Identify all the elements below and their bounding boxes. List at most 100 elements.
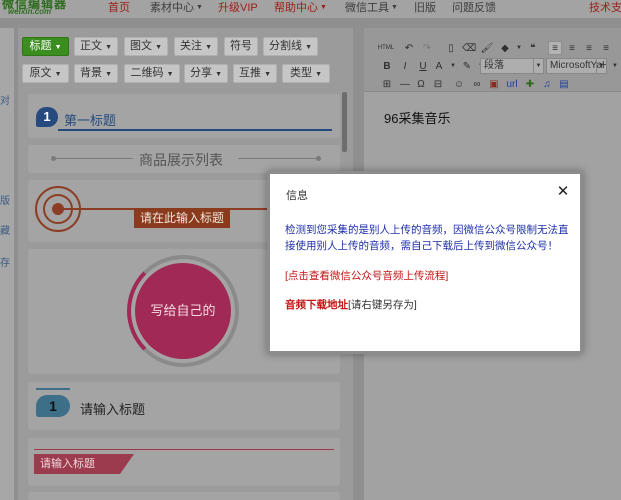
nav-upgrade-vip[interactable]: 升级VIP bbox=[218, 1, 258, 15]
paragraph-select[interactable]: 段落 ▼ bbox=[480, 58, 544, 74]
editor-content[interactable]: 96采集音乐 bbox=[384, 108, 450, 127]
chevron-down-icon[interactable]: ▼ bbox=[608, 59, 621, 73]
chevron-down-icon: ▼ bbox=[196, 4, 203, 12]
input-title-tag: 请在此输入标题 bbox=[134, 208, 230, 228]
align-right-icon[interactable]: ≡ bbox=[582, 41, 596, 55]
tab-body-text[interactable]: 正文 ▼ bbox=[74, 37, 118, 56]
link-icon[interactable]: ∞ bbox=[470, 77, 484, 91]
tab-divider[interactable]: 分割线 ▼ bbox=[263, 37, 318, 56]
plugin-icon[interactable]: ✚ bbox=[523, 77, 537, 91]
site-logo[interactable]: 微信编辑器 weixin.com bbox=[0, 0, 66, 18]
download-hint: [请右键另存为] bbox=[348, 299, 417, 311]
nav-feedback[interactable]: 问题反馈 bbox=[452, 1, 496, 15]
nav-wechat-tools[interactable]: 微信工具 ▼ bbox=[345, 1, 398, 15]
html-source-icon[interactable]: HTML bbox=[377, 41, 395, 55]
redo-icon[interactable]: ↷ bbox=[420, 41, 434, 55]
tab-background[interactable]: 背景 ▼ bbox=[74, 64, 118, 83]
style-sample-first-title[interactable]: 1 第一标题 bbox=[28, 94, 340, 138]
chevron-down-icon: ▼ bbox=[54, 71, 62, 78]
style-sample-numbered-title[interactable]: 1 请输入标题 bbox=[28, 382, 340, 430]
ribbon-line bbox=[34, 449, 334, 450]
table-icon[interactable]: ⊞ bbox=[380, 77, 394, 91]
special-char-icon[interactable]: Ω bbox=[414, 77, 428, 91]
nav-materials[interactable]: 素材中心 ▼ bbox=[150, 1, 203, 15]
style-sample-card[interactable] bbox=[28, 492, 340, 500]
image-icon[interactable]: ▣ bbox=[487, 77, 501, 91]
align-left-icon[interactable]: ≡ bbox=[548, 41, 562, 55]
chevron-down-icon: ▼ bbox=[54, 44, 62, 51]
top-nav: 微信编辑器 weixin.com 首页 素材中心 ▼ 升级VIP 帮助中心 ▼ 微信… bbox=[0, 0, 621, 18]
tab-image-text[interactable]: 图文 ▼ bbox=[124, 37, 168, 56]
sidebar-label: 藏 bbox=[0, 226, 10, 237]
ribbon-title-text: 请输入标题 bbox=[34, 454, 134, 474]
chevron-down-icon: ▼ bbox=[264, 71, 271, 78]
undo-icon[interactable]: ↶ bbox=[402, 41, 416, 55]
dialog-title: 信息 bbox=[286, 190, 308, 202]
title-underline bbox=[58, 129, 332, 131]
chevron-down-icon: ▼ bbox=[596, 59, 606, 73]
chevron-down-icon: ▼ bbox=[533, 59, 543, 73]
nav-help-center[interactable]: 帮助中心 ▼ bbox=[274, 1, 327, 15]
upload-guide-link[interactable]: [点击查看微信公众号音频上传流程] bbox=[285, 268, 448, 283]
style-sample-product-list[interactable]: 商品展示列表 bbox=[28, 145, 340, 173]
font-color-icon[interactable]: A bbox=[432, 59, 446, 73]
divider-line-left bbox=[53, 158, 133, 159]
align-center-icon[interactable]: ≡ bbox=[565, 41, 579, 55]
nav-tech-support[interactable]: 技术支 bbox=[589, 1, 621, 15]
highlight-color-icon[interactable]: ✎ bbox=[460, 59, 474, 73]
chevron-down-icon: ▼ bbox=[320, 4, 327, 12]
divider-dot bbox=[51, 156, 56, 161]
quote-icon[interactable]: ❝ bbox=[526, 41, 540, 55]
divider-line-right bbox=[238, 158, 318, 159]
tab-follow[interactable]: 关注 ▼ bbox=[174, 37, 218, 56]
tab-qrcode[interactable]: 二维码 ▼ bbox=[124, 64, 180, 83]
underline-icon[interactable]: U bbox=[416, 59, 430, 73]
chevron-down-icon: ▼ bbox=[105, 71, 112, 78]
bold-icon[interactable]: B bbox=[380, 59, 394, 73]
tab-type[interactable]: 类型 ▼ bbox=[282, 64, 330, 83]
style-sample-ribbon-title[interactable]: 请输入标题 bbox=[28, 438, 340, 486]
emoji-icon[interactable]: ☺ bbox=[452, 77, 466, 91]
number-badge: 1 bbox=[36, 395, 70, 417]
phone-preview-icon[interactable]: ▤ bbox=[557, 77, 571, 91]
sidebar-label: 存 bbox=[0, 258, 10, 269]
font-family-select[interactable]: MicrosoftYaHei▼ bbox=[546, 58, 607, 74]
tab-original[interactable]: 原文 ▼ bbox=[22, 64, 69, 83]
chevron-down-icon: ▼ bbox=[205, 44, 212, 51]
chevron-down-icon: ▼ bbox=[166, 71, 174, 78]
format-painter-icon[interactable]: 🖌 bbox=[480, 41, 494, 55]
library-scrollbar[interactable] bbox=[342, 92, 347, 152]
info-dialog: 信息 ✕ 检测到您采集的是别人上传的音频，因微信公众号限制无法直接使用别人上传的… bbox=[267, 171, 583, 354]
sample-section-text: 商品展示列表 bbox=[139, 152, 223, 168]
sidebar-label: 对 bbox=[0, 96, 10, 107]
nav-home[interactable]: 首页 bbox=[108, 1, 130, 15]
clear-format-icon[interactable]: ⌫ bbox=[462, 41, 476, 55]
music-icon[interactable]: ♫ bbox=[540, 77, 554, 91]
sidebar-label: 版 bbox=[0, 196, 10, 207]
sample-title-text: 请输入标题 bbox=[80, 402, 146, 417]
divider-dot bbox=[316, 156, 321, 161]
justify-icon[interactable]: ≡ bbox=[599, 41, 613, 55]
chevron-down-icon: ▼ bbox=[305, 44, 312, 51]
new-document-icon[interactable]: ▯ bbox=[444, 41, 458, 55]
circle-text: 写给自己的 bbox=[135, 263, 231, 359]
chevron-down-icon: ▼ bbox=[391, 4, 398, 12]
tab-share[interactable]: 分享 ▼ bbox=[184, 64, 228, 83]
clear-icon[interactable]: ⊟ bbox=[431, 77, 445, 91]
logo-domain: weixin.com bbox=[8, 7, 52, 16]
italic-icon[interactable]: I bbox=[398, 59, 412, 73]
chevron-down-icon[interactable]: ▼ bbox=[446, 59, 460, 73]
url-icon[interactable]: url bbox=[504, 77, 520, 91]
audio-download-link[interactable]: 音频下载地址 bbox=[285, 299, 348, 311]
tab-symbol[interactable]: 符号 bbox=[224, 37, 258, 56]
close-icon[interactable]: ✕ bbox=[555, 184, 571, 200]
horizontal-rule-icon[interactable]: — bbox=[398, 77, 412, 91]
left-sidebar: 对 版 藏 存 bbox=[0, 28, 14, 500]
eraser-icon[interactable]: ◆ bbox=[498, 41, 512, 55]
chevron-down-icon: ▼ bbox=[155, 44, 162, 51]
tab-cross-promo[interactable]: 互推 ▼ bbox=[233, 64, 277, 83]
nav-old-version[interactable]: 旧版 bbox=[414, 1, 436, 15]
chevron-down-icon: ▼ bbox=[105, 44, 112, 51]
chevron-down-icon[interactable]: ▼ bbox=[512, 41, 526, 55]
tab-title[interactable]: 标题 ▼ bbox=[22, 37, 69, 56]
